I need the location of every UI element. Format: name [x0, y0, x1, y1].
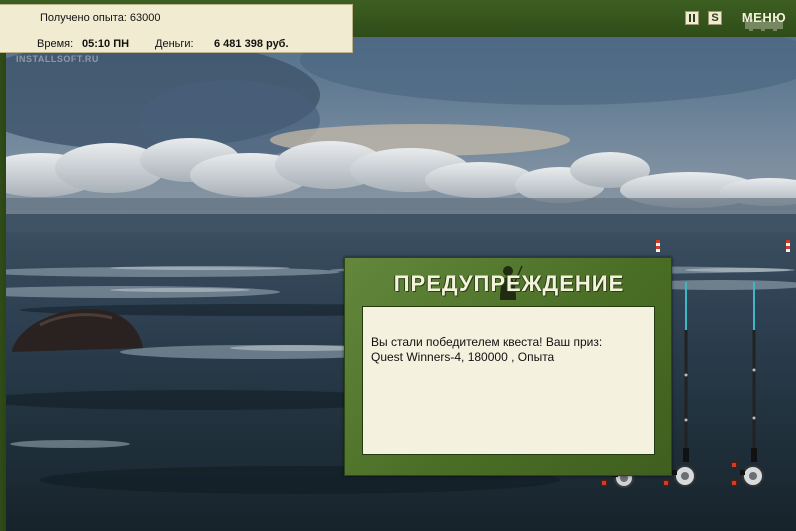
dialog-title: ПРЕДУПРЕЖДЕНИЕ: [393, 271, 625, 296]
money-value: 6 481 398 руб.: [214, 38, 289, 50]
time-value: 05:10 ПН: [82, 38, 130, 50]
rod-marker-1[interactable]: [601, 480, 607, 486]
bobber-far-2: [786, 240, 790, 252]
rod-marker-3[interactable]: [731, 462, 737, 468]
stats-panel: Получено опыта: 63000 Время: 05:10 ПН Де…: [0, 4, 353, 53]
rod-marker-2[interactable]: [663, 480, 669, 486]
pause-button[interactable]: [685, 11, 699, 25]
menu-button[interactable]: МЕНЮ: [739, 7, 789, 31]
menu-label: МЕНЮ: [741, 10, 787, 25]
watermark: INSTALLSOFT.RU: [16, 54, 99, 64]
time-label: Время:: [37, 38, 74, 50]
bobber-far-1: [656, 240, 660, 252]
left-frame-edge: [0, 37, 6, 531]
experience-gained: Получено опыта: 63000: [40, 12, 161, 24]
money-label: Деньги:: [155, 38, 194, 50]
pause-icon: [689, 14, 695, 22]
rod-marker-4[interactable]: [731, 480, 737, 486]
game-screen: INSTALLSOFT.RU Получено опыта: 63000 Вре…: [0, 0, 796, 531]
warning-dialog: ПРЕДУПРЕЖДЕНИЕ Вы стали победителем квес…: [344, 257, 672, 476]
sound-button[interactable]: S: [708, 11, 722, 25]
dialog-message: Вы стали победителем квеста! Ваш приз: Q…: [362, 306, 655, 455]
message-line-1: Вы стали победителем квеста! Ваш приз:: [371, 335, 603, 349]
message-line-2: Quest Winners-4, 180000 , Опыта: [371, 350, 555, 364]
